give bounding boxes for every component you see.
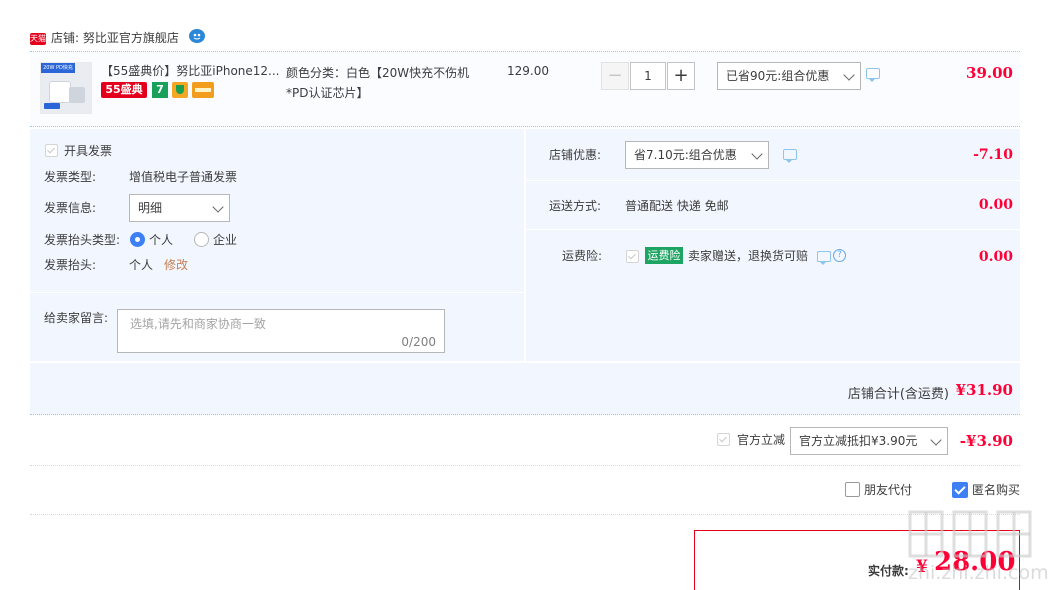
message-char-count: 0/200 — [401, 335, 436, 349]
insurance-checkbox[interactable] — [626, 250, 639, 263]
radio-personal-label[interactable]: 个人 — [149, 232, 173, 248]
invoice-edit-link[interactable]: 修改 — [164, 257, 188, 273]
comment-icon[interactable] — [783, 149, 797, 163]
shop-name-link[interactable]: 店铺: 努比亚官方旗舰店 — [51, 30, 179, 46]
insurance-badge: 运费险 — [645, 247, 683, 264]
shipping-label: 运送方式: — [549, 199, 602, 213]
divider — [30, 514, 1020, 515]
tmall-logo: 天猫 — [30, 33, 46, 45]
chevron-down-icon — [843, 69, 855, 81]
unit-price: 129.00 — [507, 64, 549, 78]
sku-description: 颜色分类：白色【20W快充不伤机*PD认证芯片】 — [286, 66, 470, 100]
cable-image — [44, 103, 60, 109]
invoice-info-value: 明细 — [138, 201, 163, 215]
credit-card-icon — [192, 82, 214, 98]
chevron-down-icon — [751, 148, 763, 160]
anonymous-checkbox[interactable] — [952, 482, 968, 498]
chevron-down-icon — [930, 434, 942, 446]
message-label: 给卖家留言: — [44, 311, 109, 325]
divider — [526, 180, 1020, 181]
official-discount-amount: -¥3.90 — [959, 432, 1013, 450]
comment-icon[interactable] — [817, 251, 831, 265]
invoice-head-label: 发票抬头: — [44, 258, 97, 272]
shipping-amount: 0.00 — [978, 197, 1013, 213]
shop-total-value: ¥31.90 — [955, 381, 1013, 399]
friend-pay-label[interactable]: 朋友代付 — [864, 482, 912, 498]
insurance-text: 卖家赠送，退换货可赔 — [688, 249, 809, 263]
insurance-amount: 0.00 — [978, 249, 1013, 265]
item-subtotal: 39.00 — [966, 64, 1013, 82]
invoice-open-label: 开具发票 — [64, 144, 113, 158]
official-discount-select[interactable]: 官方立减抵扣¥3.90元 — [790, 427, 948, 455]
comment-icon[interactable] — [866, 68, 880, 82]
seller-message-input[interactable]: 选填,请先和商家协商一致 0/200 — [117, 309, 445, 353]
insurance-label: 运费险: — [562, 249, 603, 263]
invoice-type-label: 发票类型: — [44, 170, 97, 184]
quantity-increase-button[interactable]: + — [667, 62, 695, 90]
product-title-link[interactable]: 【55盛典价】努比亚iPhone12... — [101, 63, 283, 79]
divider — [526, 229, 1020, 230]
radio-company-label[interactable]: 企业 — [213, 232, 237, 248]
charger-image — [69, 87, 85, 103]
official-discount-checkbox[interactable] — [717, 433, 730, 446]
shop-discount-select[interactable]: 省7.10元:组合优惠 — [625, 141, 769, 169]
shop-total-label: 店铺合计(含运费) — [847, 387, 949, 402]
wangwang-chat-icon[interactable] — [188, 28, 206, 44]
seven-day-return-icon: 7 — [152, 82, 168, 98]
quantity-input[interactable]: 1 — [630, 62, 666, 90]
anonymous-label[interactable]: 匿名购买 — [972, 482, 1020, 498]
chevron-down-icon — [212, 201, 224, 213]
official-discount-label: 官方立减 — [737, 433, 786, 447]
friend-pay-checkbox[interactable] — [845, 482, 860, 497]
invoice-head-value: 个人 — [129, 258, 154, 272]
item-promo-value: 已省90元:组合优惠 — [726, 69, 830, 83]
shop-discount-label: 店铺优惠: — [549, 148, 602, 162]
promo-55-badge: 55盛典 — [101, 82, 147, 98]
radio-company[interactable] — [194, 232, 209, 247]
item-promo-select[interactable]: 已省90元:组合优惠 — [717, 62, 861, 90]
invoice-checkbox[interactable] — [45, 144, 58, 157]
official-discount-value: 官方立减抵扣¥3.90元 — [799, 434, 918, 448]
message-placeholder: 选填,请先和商家协商一致 — [130, 317, 266, 331]
radio-personal[interactable] — [130, 232, 145, 247]
shipping-value: 普通配送 快递 免邮 — [625, 199, 729, 213]
thumb-tag: 20W PD快充 — [41, 63, 75, 73]
product-thumbnail[interactable]: 20W PD快充 — [40, 62, 92, 114]
invoice-head-type-label: 发票抬头类型: — [44, 233, 121, 247]
shop-discount-amount: -7.10 — [973, 147, 1013, 163]
help-icon[interactable]: ? — [833, 249, 846, 262]
charger-image — [49, 81, 71, 103]
quantity-decrease-button[interactable]: − — [601, 62, 629, 90]
invoice-info-select[interactable]: 明细 — [129, 194, 230, 222]
divider — [30, 292, 524, 293]
watermark-text: zhi.zhi.zhi.com — [908, 562, 1049, 584]
divider — [30, 465, 1020, 466]
shop-discount-panel — [526, 129, 1020, 361]
invoice-type-value: 增值税电子普通发票 — [129, 170, 238, 184]
invoice-info-label: 发票信息: — [44, 201, 97, 215]
guarantee-icon — [172, 82, 188, 98]
shop-discount-value: 省7.10元:组合优惠 — [634, 148, 737, 162]
